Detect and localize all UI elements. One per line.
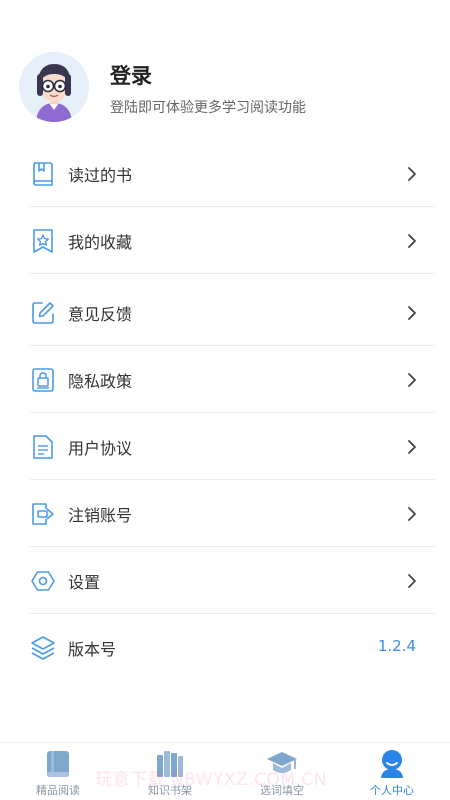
tab-personal-center[interactable]: 个人中心 (336, 743, 448, 800)
menu-item-label: 用户协议 (68, 439, 133, 458)
menu-item-favorites[interactable]: 我的收藏 (0, 207, 450, 274)
menu-item-privacy-policy[interactable]: 隐私政策 (0, 346, 450, 413)
menu-list: 读过的书 我的收藏 意见反馈 隐私政策 用户协议 注销账号 设置 版本号 1.2… (0, 140, 450, 681)
chevron-right-icon (408, 234, 416, 248)
chevron-right-icon (408, 440, 416, 454)
lock-icon (32, 368, 54, 392)
person-icon (381, 750, 403, 778)
edit-icon (32, 302, 54, 324)
menu-item-feedback[interactable]: 意见反馈 (0, 279, 450, 346)
chevron-right-icon (408, 507, 416, 521)
menu-item-version: 版本号 1.2.4 (0, 614, 450, 681)
menu-item-label: 注销账号 (68, 506, 133, 525)
menu-item-settings[interactable]: 设置 (0, 547, 450, 614)
menu-item-read-books[interactable]: 读过的书 (0, 140, 450, 207)
avatar[interactable] (19, 52, 89, 122)
version-number: 1.2.4 (377, 637, 416, 655)
watermark: 玩意下载 NBWYXZ.COM.CN (95, 770, 327, 790)
tab-label: 个人中心 (370, 784, 414, 797)
star-icon (33, 229, 53, 253)
book-icon (47, 751, 69, 777)
menu-item-label: 读过的书 (68, 166, 133, 185)
layers-icon (31, 636, 55, 660)
chevron-right-icon (408, 306, 416, 320)
menu-item-label: 我的收藏 (68, 233, 133, 252)
settings-icon (31, 571, 55, 591)
menu-item-label: 版本号 (68, 640, 117, 659)
book-icon (33, 162, 53, 186)
login-subtitle: 登陆即可体验更多学习阅读功能 (110, 100, 306, 116)
menu-item-label: 隐私政策 (68, 372, 133, 391)
menu-item-user-agreement[interactable]: 用户协议 (0, 413, 450, 480)
menu-item-label: 意见反馈 (68, 305, 133, 324)
menu-item-label: 设置 (68, 573, 101, 592)
divider (30, 273, 435, 274)
logout-icon (32, 503, 54, 525)
menu-item-cancel-account[interactable]: 注销账号 (0, 480, 450, 547)
document-icon (33, 435, 53, 459)
chevron-right-icon (408, 373, 416, 387)
login-title[interactable]: 登录 (110, 60, 152, 90)
chevron-right-icon (408, 574, 416, 588)
profile-header[interactable]: 登录 登陆即可体验更多学习阅读功能 (0, 0, 450, 150)
chevron-right-icon (408, 167, 416, 181)
